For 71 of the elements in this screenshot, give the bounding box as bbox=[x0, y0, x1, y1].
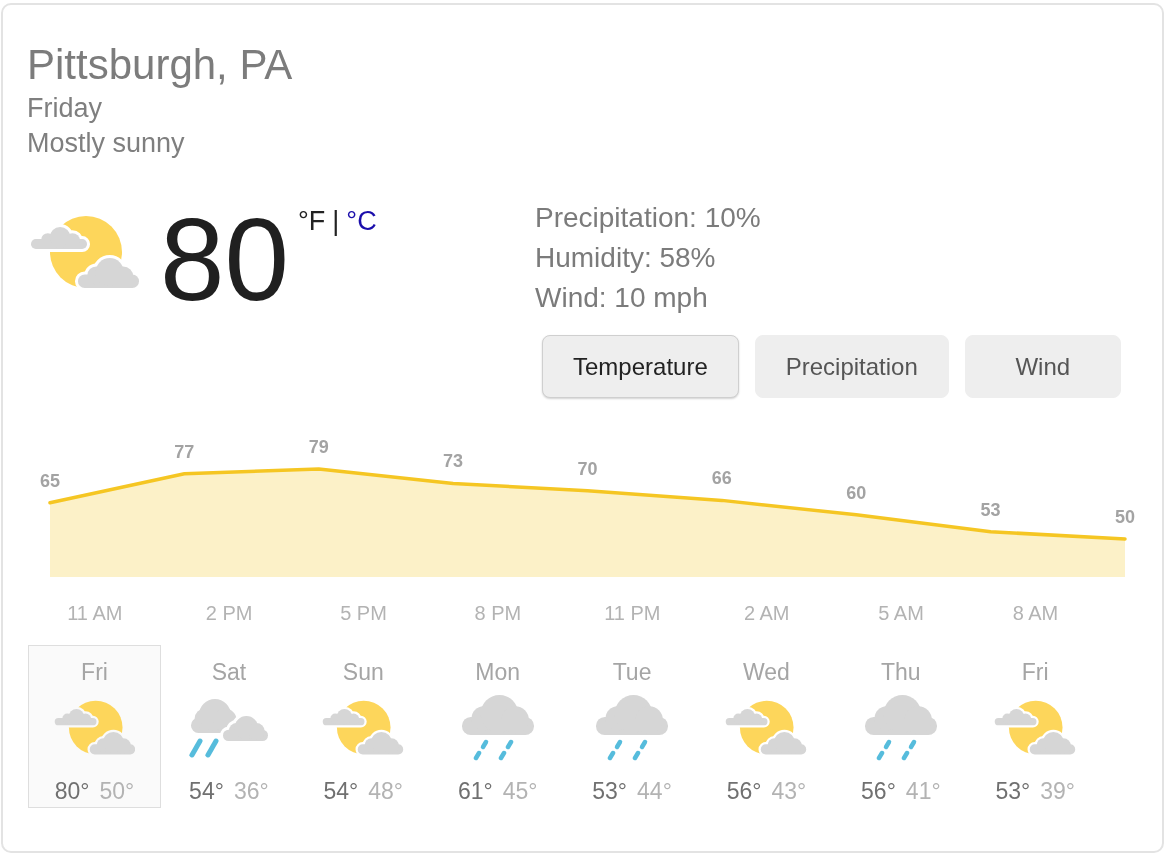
rain-cloud-icon bbox=[461, 695, 534, 761]
condition-text: Mostly sunny bbox=[27, 127, 186, 160]
day-name: Fri bbox=[81, 658, 108, 686]
location-title: Pittsburgh, PA bbox=[27, 41, 294, 89]
time-label: 11 AM bbox=[67, 602, 123, 624]
sun-clouds-icon bbox=[725, 700, 808, 756]
high-temp: 80° bbox=[54, 777, 90, 805]
unit-link[interactable]: °C bbox=[346, 206, 377, 236]
low-temp: 43° bbox=[771, 777, 807, 805]
value-label: 65 bbox=[40, 470, 60, 491]
low-temp: 48° bbox=[368, 777, 404, 805]
day-name: Wed bbox=[743, 658, 790, 686]
day-name: Sun bbox=[342, 658, 384, 686]
sun-clouds-icon bbox=[322, 700, 405, 756]
day-tab[interactable]: Wed 56° 43° bbox=[699, 645, 833, 808]
low-temp: 39° bbox=[1040, 777, 1075, 805]
day-tab[interactable]: Sat 54° 36° bbox=[162, 645, 296, 808]
day-tab[interactable]: Tue 53° 44° bbox=[565, 645, 699, 808]
day-tab[interactable]: Fri 53° 39° bbox=[968, 645, 1102, 808]
value-label: 60 bbox=[846, 482, 867, 503]
chart-tab[interactable]: Wind bbox=[964, 335, 1121, 398]
low-temp: 36° bbox=[233, 777, 269, 805]
day-name: Fri bbox=[1021, 658, 1049, 686]
rain-clouds-icon bbox=[188, 698, 269, 758]
day-tab[interactable]: Sun 54° 48° bbox=[296, 645, 430, 808]
value-label: 66 bbox=[711, 468, 732, 489]
unit-label: °F bbox=[298, 206, 326, 236]
day-tab[interactable]: Thu 56° 41° bbox=[834, 645, 968, 808]
low-temp: 45° bbox=[502, 777, 538, 805]
time-label: 2 PM bbox=[205, 602, 253, 624]
day-text: Friday bbox=[27, 92, 103, 125]
high-temp: 61° bbox=[457, 777, 493, 805]
value-label: 77 bbox=[174, 441, 195, 462]
day-name: Tue bbox=[612, 658, 652, 686]
detail-text: Wind: 10 mph bbox=[535, 281, 709, 315]
day-name: Mon bbox=[475, 658, 521, 686]
detail-text: Precipitation: 10% bbox=[535, 201, 762, 235]
high-temp: 53° bbox=[592, 777, 628, 805]
day-name: Sat bbox=[211, 658, 247, 686]
time-label: 5 PM bbox=[340, 602, 387, 624]
time-label: 2 AM bbox=[743, 602, 790, 624]
value-label: 50 bbox=[1115, 507, 1135, 527]
rain-cloud-icon bbox=[596, 695, 669, 761]
detail-text: Humidity: 58% bbox=[535, 241, 717, 275]
high-temp: 54° bbox=[189, 777, 224, 805]
low-temp: 44° bbox=[637, 777, 672, 805]
value-label: 73 bbox=[443, 451, 464, 472]
unit-separator: | bbox=[332, 206, 340, 236]
time-label: 11 PM bbox=[604, 602, 661, 624]
chart-tab[interactable]: Temperature bbox=[542, 335, 739, 398]
high-temp: 56° bbox=[861, 777, 896, 805]
day-tab[interactable]: Mon 61° 45° bbox=[431, 645, 565, 808]
value-label: 70 bbox=[577, 458, 598, 479]
sun-clouds-icon bbox=[30, 215, 140, 289]
time-label: 8 PM bbox=[474, 602, 522, 624]
value-label: 53 bbox=[980, 499, 1001, 520]
rain-cloud-icon bbox=[864, 695, 937, 761]
low-temp: 41° bbox=[905, 777, 941, 805]
sun-clouds-icon bbox=[53, 700, 136, 756]
sun-clouds-icon bbox=[994, 700, 1077, 756]
temperature-value: 80 bbox=[160, 202, 290, 318]
high-temp: 54° bbox=[323, 777, 359, 805]
value-label: 79 bbox=[308, 437, 329, 457]
time-label: 8 AM bbox=[1012, 602, 1059, 624]
time-label: 5 AM bbox=[878, 602, 924, 624]
high-temp: 56° bbox=[726, 777, 762, 805]
day-name: Thu bbox=[881, 658, 921, 686]
high-temp: 53° bbox=[995, 777, 1031, 805]
low-temp: 50° bbox=[99, 777, 135, 805]
chart-tab[interactable]: Precipitation bbox=[754, 335, 949, 398]
day-tab[interactable]: Fri 80° 50° bbox=[28, 645, 161, 808]
